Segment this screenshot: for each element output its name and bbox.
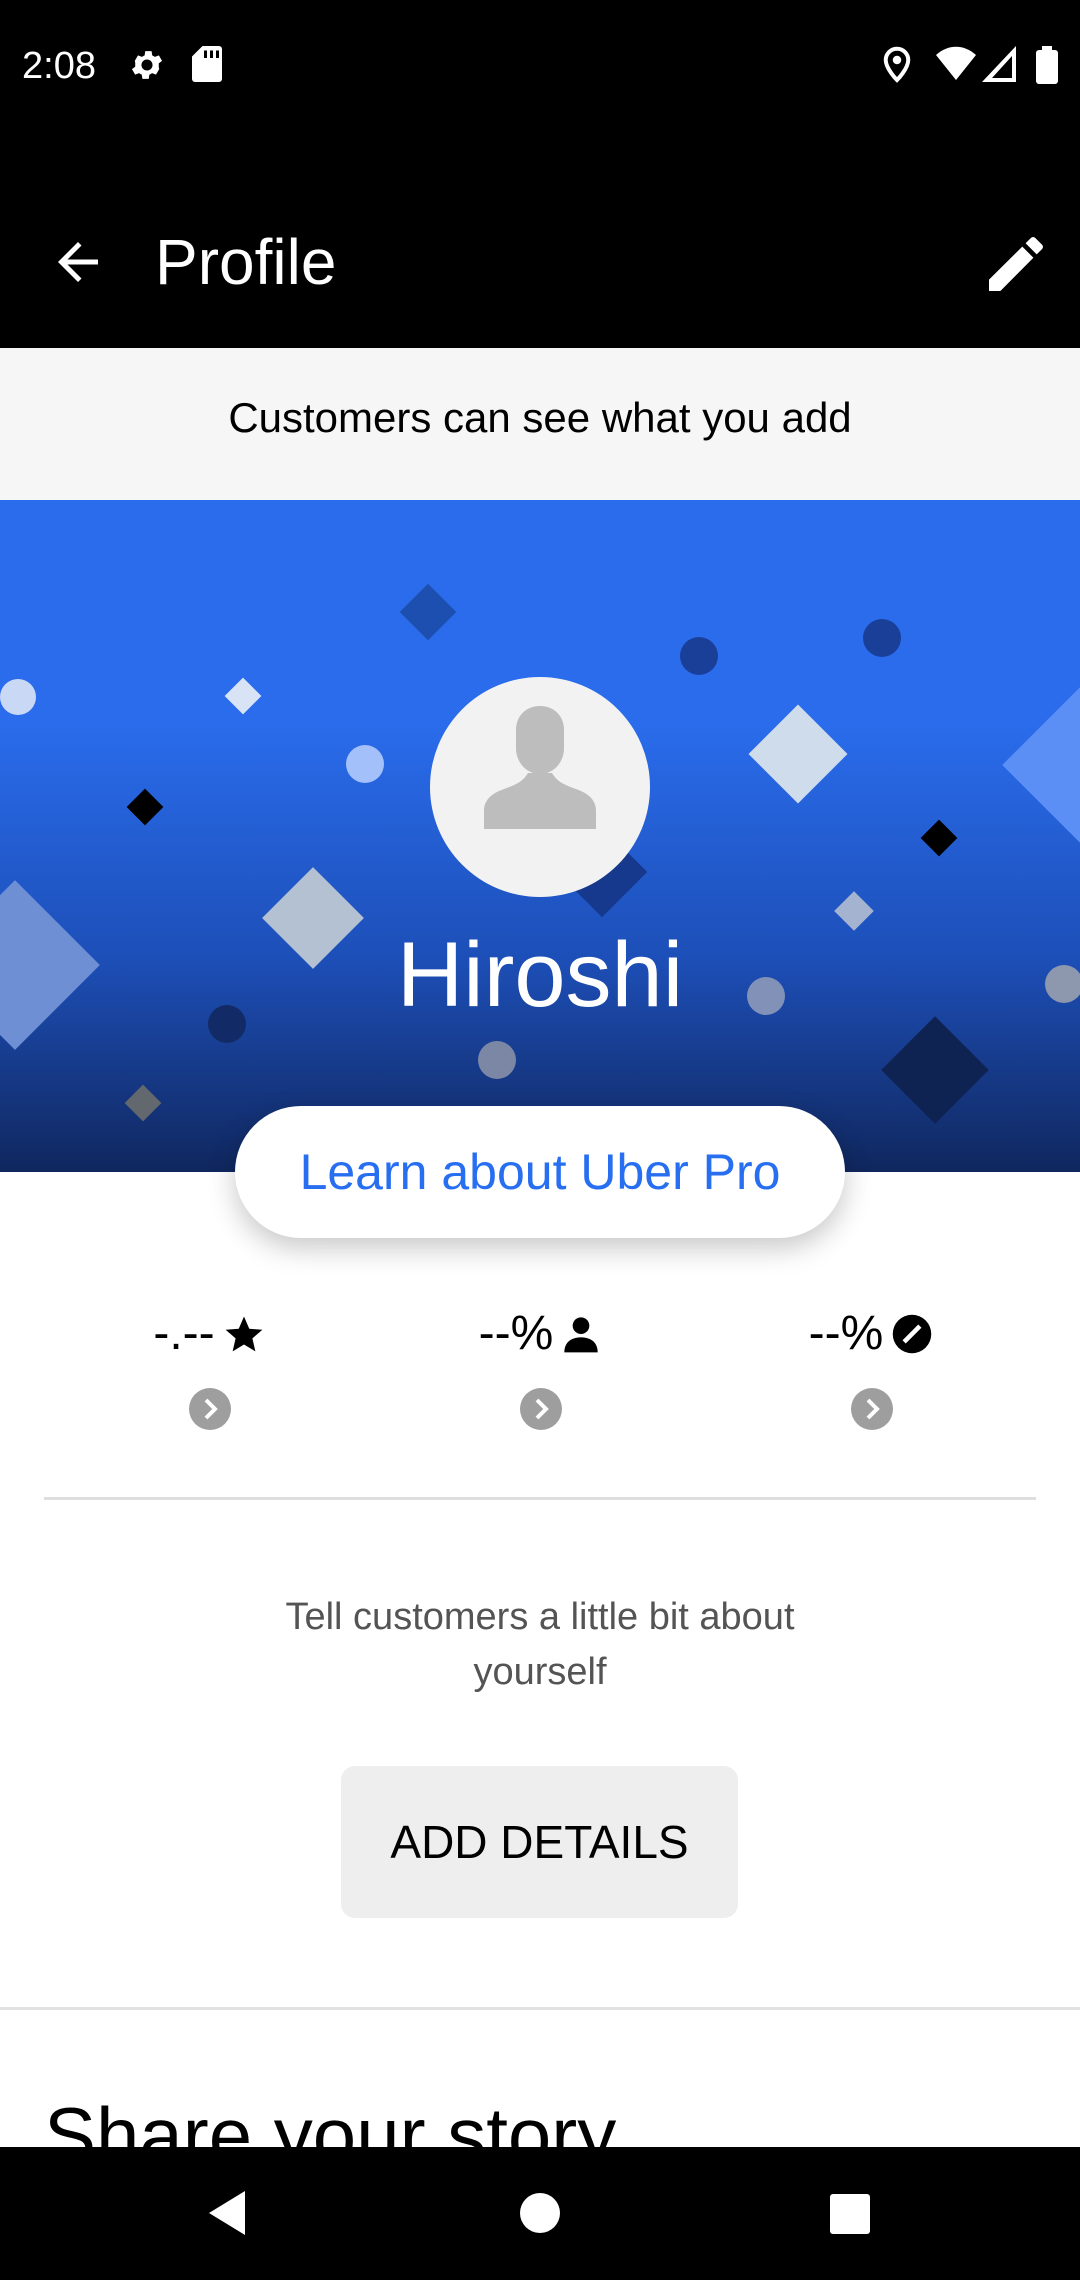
divider (0, 2007, 1080, 2010)
learn-uber-pro-button[interactable]: Learn about Uber Pro (235, 1106, 845, 1238)
star-icon (223, 1306, 265, 1374)
sd-card-icon (192, 46, 222, 87)
person-icon (561, 1306, 601, 1374)
driver-name: Hiroshi (396, 924, 684, 1026)
location-icon (882, 46, 912, 89)
acceptance-value: --% (478, 1307, 554, 1360)
avatar[interactable] (430, 677, 650, 897)
acceptance-stat-value-row: --% (375, 1300, 705, 1374)
chevron-right-icon (520, 1388, 562, 1430)
cancellation-stat-value-row: --% (706, 1300, 1036, 1374)
pencil-icon[interactable] (980, 228, 1052, 300)
status-time: 2:08 (22, 45, 96, 87)
chevron-right-icon (189, 1388, 231, 1430)
cancellation-stat[interactable]: --% (706, 1300, 1036, 1440)
arrow-left-icon[interactable] (48, 232, 108, 292)
wifi-icon (936, 46, 976, 87)
rating-stat-value-row: -.-- (44, 1300, 374, 1374)
home-circle-icon[interactable] (519, 2187, 561, 2244)
rating-value: -.-- (153, 1307, 215, 1360)
recents-square-icon[interactable] (829, 2187, 871, 2244)
gear-icon (128, 46, 166, 89)
profile-header: Hiroshi (0, 500, 1080, 1172)
cancellation-value: --% (808, 1307, 884, 1360)
battery-icon (1036, 46, 1058, 89)
system-nav-bar (0, 2147, 1080, 2280)
divider (44, 1497, 1036, 1500)
cancel-circle-icon (891, 1306, 933, 1374)
page-title: Profile (155, 226, 337, 298)
acceptance-stat[interactable]: --% (375, 1300, 705, 1440)
visibility-notice: Customers can see what you add (0, 348, 1080, 500)
person-silhouette-icon (484, 706, 596, 829)
status-bar: 2:08 (0, 0, 1080, 132)
app-bar: Profile (0, 132, 1080, 348)
signal-icon (982, 46, 1016, 87)
chevron-right-icon (851, 1388, 893, 1430)
about-prompt: Tell customers a little bit about yourse… (285, 1596, 795, 1693)
back-triangle-icon[interactable] (205, 2187, 249, 2244)
rating-stat[interactable]: -.-- (44, 1300, 374, 1440)
add-details-button[interactable]: ADD DETAILS (341, 1766, 738, 1918)
visibility-notice-text: Customers can see what you add (228, 394, 852, 441)
